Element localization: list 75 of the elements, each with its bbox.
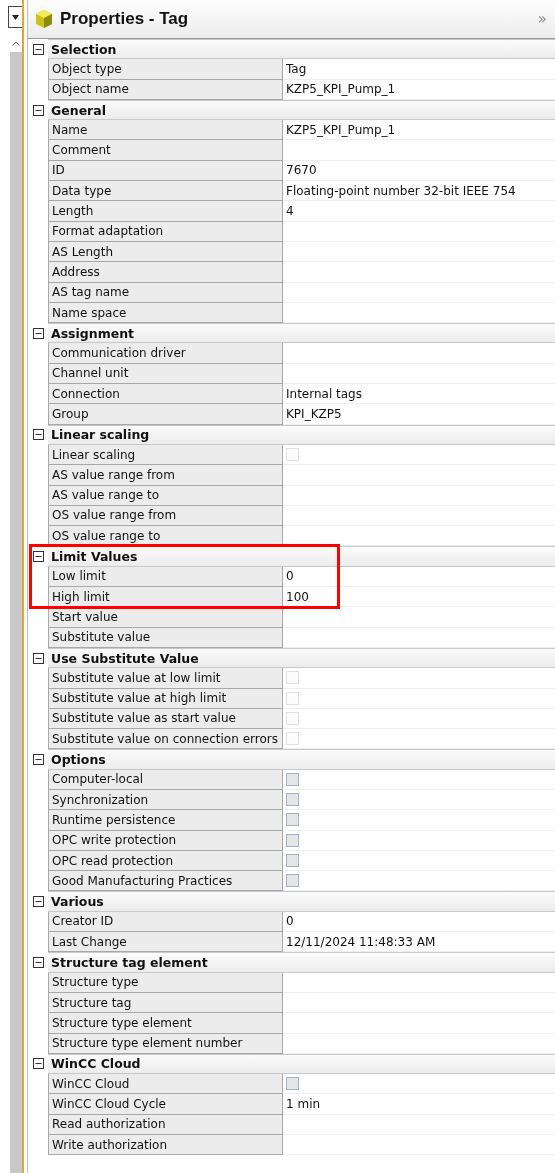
collapse-icon[interactable]: [32, 1058, 44, 1070]
checkbox[interactable]: [286, 793, 299, 807]
property-label: Object type: [48, 59, 283, 80]
section-header[interactable]: Selection: [48, 39, 555, 60]
section-header[interactable]: Assignment: [48, 323, 555, 344]
property-label: Structure type: [48, 972, 283, 993]
property-label: Write authorization: [48, 1135, 283, 1156]
property-label: OPC read protection: [48, 850, 283, 872]
property-label: AS value range from: [48, 465, 283, 486]
collapse-icon[interactable]: [32, 957, 44, 968]
property-label: Structure tag: [48, 992, 283, 1014]
property-label: Runtime persistence: [48, 810, 283, 831]
property-label: OS value range to: [48, 526, 283, 547]
property-label: Channel unit: [48, 363, 283, 385]
checkbox[interactable]: [286, 813, 299, 827]
property-label: AS tag name: [48, 282, 283, 303]
property-label: ID: [48, 160, 283, 182]
property-label: AS Length: [48, 241, 283, 263]
property-label: Length: [48, 201, 283, 222]
property-label: Address: [48, 262, 283, 283]
section-header[interactable]: General: [48, 99, 555, 121]
property-label: Name space: [48, 302, 283, 324]
section-header[interactable]: Options: [48, 749, 555, 770]
property-label: Comment: [48, 140, 283, 161]
property-label: Object name: [48, 79, 283, 100]
property-label: OS value range from: [48, 505, 283, 527]
property-label: Read authorization: [48, 1114, 283, 1136]
collapse-icon[interactable]: [32, 551, 44, 563]
cube-icon: [34, 9, 54, 29]
property-label: Synchronization: [48, 790, 283, 811]
property-label: Good Manufacturing Practices: [48, 871, 283, 892]
property-label: Low limit: [48, 566, 283, 587]
checkbox[interactable]: [286, 833, 299, 847]
collapse-icon[interactable]: [32, 896, 44, 908]
property-label: Connection: [48, 384, 283, 405]
property-label: Structure type element: [48, 1013, 283, 1034]
checkbox[interactable]: [286, 874, 299, 888]
checkbox[interactable]: [286, 1077, 299, 1091]
property-label: Computer-local: [48, 769, 283, 790]
section-header[interactable]: Limit Values: [48, 546, 555, 567]
section-header[interactable]: WinCC Cloud: [48, 1053, 555, 1075]
collapse-icon[interactable]: [32, 429, 44, 441]
property-label: WinCC Cloud: [48, 1074, 283, 1095]
property-label: Data type: [48, 181, 283, 202]
property-label: WinCC Cloud Cycle: [48, 1094, 283, 1115]
property-label: Last Change: [48, 932, 283, 953]
property-label: Communication driver: [48, 343, 283, 364]
collapse-icon[interactable]: [32, 327, 44, 339]
property-label: Start value: [48, 607, 283, 628]
section-header[interactable]: Linear scaling: [48, 424, 555, 445]
section-header[interactable]: Various: [48, 891, 555, 912]
property-label: Substitute value on connection errors: [48, 729, 283, 750]
scrollbar[interactable]: [10, 34, 22, 1173]
property-label: Name: [48, 120, 283, 141]
panel-title: Properties - Tag: [60, 9, 190, 29]
property-label: OPC write protection: [48, 830, 283, 851]
property-label: Substitute value at high limit: [48, 688, 283, 709]
collapse-icon[interactable]: [32, 754, 44, 766]
property-label: Creator ID: [48, 911, 283, 933]
property-label: Substitute value as start value: [48, 708, 283, 730]
property-label: Format adaptation: [48, 221, 283, 242]
property-label: Structure type element number: [48, 1033, 283, 1054]
collapse-icon[interactable]: [32, 104, 44, 116]
property-label: AS value range to: [48, 485, 283, 506]
property-label: Group: [48, 404, 283, 425]
section-header[interactable]: Use Substitute Value: [48, 647, 555, 669]
section-header[interactable]: Structure tag element: [48, 952, 555, 973]
property-label: Substitute value: [48, 627, 283, 648]
checkbox[interactable]: [286, 854, 299, 867]
checkbox[interactable]: [286, 772, 299, 786]
property-label: Substitute value at low limit: [48, 668, 283, 689]
collapse-icon[interactable]: [32, 43, 44, 55]
property-label: Linear scaling: [48, 444, 283, 466]
property-label: High limit: [48, 587, 283, 608]
collapse-icon[interactable]: [32, 652, 44, 664]
